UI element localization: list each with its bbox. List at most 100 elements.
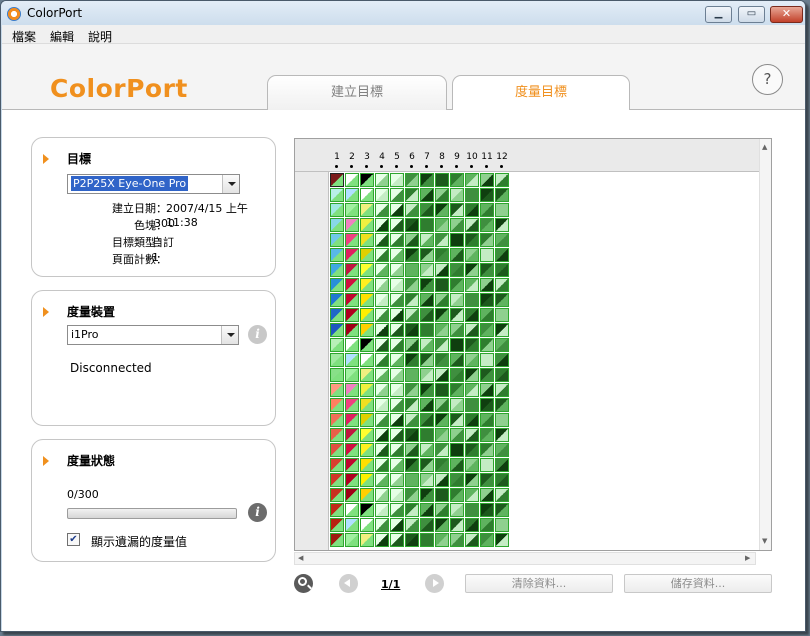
- color-patch[interactable]: [450, 293, 464, 307]
- color-patch[interactable]: [480, 353, 494, 367]
- color-patch[interactable]: [330, 248, 344, 262]
- color-patch[interactable]: [420, 413, 434, 427]
- color-patch[interactable]: [360, 173, 374, 187]
- color-patch[interactable]: [420, 383, 434, 397]
- scroll-left-icon[interactable]: ◀: [298, 554, 303, 562]
- color-patch[interactable]: [480, 263, 494, 277]
- color-patch[interactable]: [405, 278, 419, 292]
- color-patch[interactable]: [465, 293, 479, 307]
- color-patch[interactable]: [390, 173, 404, 187]
- color-patch[interactable]: [480, 488, 494, 502]
- maximize-button[interactable]: ▭: [738, 6, 765, 23]
- color-patch[interactable]: [360, 278, 374, 292]
- color-patch[interactable]: [345, 458, 359, 472]
- color-patch[interactable]: [465, 233, 479, 247]
- color-patch[interactable]: [330, 173, 344, 187]
- color-patch[interactable]: [480, 458, 494, 472]
- color-patch[interactable]: [435, 398, 449, 412]
- color-patch[interactable]: [330, 293, 344, 307]
- color-patch[interactable]: [480, 443, 494, 457]
- color-patch[interactable]: [330, 278, 344, 292]
- color-patch[interactable]: [390, 248, 404, 262]
- color-patch[interactable]: [465, 518, 479, 532]
- color-patch[interactable]: [360, 413, 374, 427]
- color-patch[interactable]: [450, 383, 464, 397]
- color-patch[interactable]: [435, 383, 449, 397]
- color-patch[interactable]: [405, 518, 419, 532]
- color-patch[interactable]: [360, 293, 374, 307]
- color-patch[interactable]: [405, 203, 419, 217]
- color-patch[interactable]: [450, 443, 464, 457]
- color-patch[interactable]: [420, 428, 434, 442]
- color-patch[interactable]: [390, 278, 404, 292]
- save-data-button[interactable]: 儲存資料...: [624, 574, 772, 593]
- color-patch[interactable]: [465, 308, 479, 322]
- color-patch[interactable]: [480, 203, 494, 217]
- color-patch[interactable]: [375, 458, 389, 472]
- color-patch[interactable]: [495, 458, 509, 472]
- color-patch[interactable]: [450, 263, 464, 277]
- color-patch[interactable]: [435, 413, 449, 427]
- color-patch[interactable]: [435, 308, 449, 322]
- color-patch[interactable]: [375, 323, 389, 337]
- color-patch[interactable]: [480, 413, 494, 427]
- color-patch[interactable]: [420, 263, 434, 277]
- color-patch[interactable]: [330, 518, 344, 532]
- color-patch[interactable]: [390, 488, 404, 502]
- color-patch[interactable]: [420, 398, 434, 412]
- title-bar[interactable]: ColorPort ▁ ▭ ✕: [1, 1, 805, 27]
- color-patch[interactable]: [330, 338, 344, 352]
- color-patch[interactable]: [390, 383, 404, 397]
- color-patch[interactable]: [390, 203, 404, 217]
- color-patch[interactable]: [480, 233, 494, 247]
- color-patch[interactable]: [450, 188, 464, 202]
- color-patch[interactable]: [345, 428, 359, 442]
- color-patch[interactable]: [375, 278, 389, 292]
- menu-file[interactable]: 檔案: [12, 28, 36, 45]
- color-patch[interactable]: [495, 398, 509, 412]
- color-patch[interactable]: [465, 413, 479, 427]
- color-patch[interactable]: [465, 458, 479, 472]
- color-patch[interactable]: [405, 263, 419, 277]
- color-patch[interactable]: [435, 173, 449, 187]
- color-patch[interactable]: [390, 473, 404, 487]
- color-patch[interactable]: [450, 458, 464, 472]
- color-patch[interactable]: [330, 488, 344, 502]
- color-patch[interactable]: [390, 323, 404, 337]
- color-patch[interactable]: [420, 503, 434, 517]
- color-patch[interactable]: [330, 398, 344, 412]
- color-patch[interactable]: [420, 248, 434, 262]
- color-patch[interactable]: [450, 248, 464, 262]
- color-patch[interactable]: [375, 443, 389, 457]
- color-patch[interactable]: [345, 278, 359, 292]
- color-patch[interactable]: [435, 338, 449, 352]
- color-patch[interactable]: [360, 263, 374, 277]
- color-patch[interactable]: [330, 473, 344, 487]
- color-patch[interactable]: [420, 533, 434, 547]
- color-patch[interactable]: [405, 323, 419, 337]
- color-patch[interactable]: [435, 458, 449, 472]
- color-patch[interactable]: [420, 218, 434, 232]
- color-patch[interactable]: [405, 248, 419, 262]
- color-patch[interactable]: [375, 173, 389, 187]
- color-patch[interactable]: [405, 218, 419, 232]
- color-patch[interactable]: [390, 458, 404, 472]
- color-patch[interactable]: [375, 233, 389, 247]
- color-patch[interactable]: [375, 203, 389, 217]
- color-patch[interactable]: [495, 368, 509, 382]
- color-patch[interactable]: [420, 518, 434, 532]
- color-patch[interactable]: [450, 203, 464, 217]
- color-patch[interactable]: [450, 503, 464, 517]
- color-patch[interactable]: [330, 323, 344, 337]
- color-patch[interactable]: [375, 263, 389, 277]
- color-patch[interactable]: [495, 428, 509, 442]
- color-patch[interactable]: [480, 428, 494, 442]
- color-patch[interactable]: [450, 173, 464, 187]
- color-patch[interactable]: [495, 518, 509, 532]
- color-patch[interactable]: [405, 338, 419, 352]
- color-patch[interactable]: [345, 518, 359, 532]
- color-patch[interactable]: [450, 353, 464, 367]
- color-patch[interactable]: [480, 473, 494, 487]
- color-patch[interactable]: [345, 368, 359, 382]
- color-patch[interactable]: [360, 323, 374, 337]
